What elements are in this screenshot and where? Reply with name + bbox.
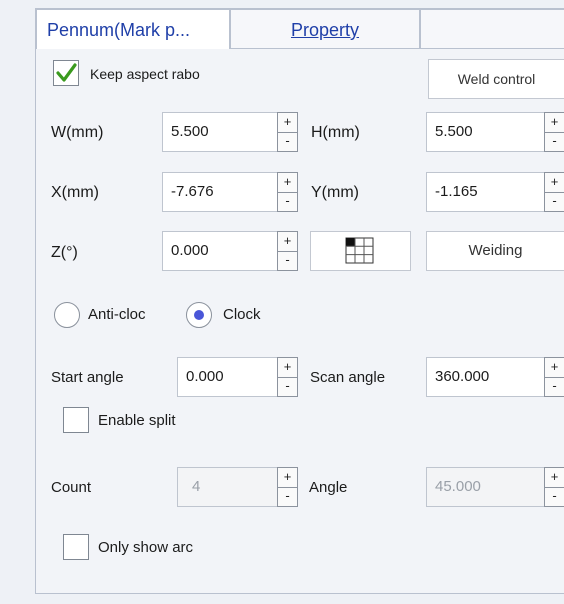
scan-angle-increment-button[interactable]: + <box>545 358 564 378</box>
start-angle-input[interactable]: 0.000 <box>177 357 277 397</box>
h-spinner[interactable]: + - <box>544 112 564 152</box>
scan-angle-spinner[interactable]: + - <box>544 357 564 397</box>
start-angle-label: Start angle <box>51 369 124 386</box>
start-angle-increment-button[interactable]: + <box>278 358 297 378</box>
w-spinner[interactable]: + - <box>277 112 298 152</box>
h-decrement-button[interactable]: - <box>545 132 564 151</box>
y-label: Y(mm) <box>311 184 359 201</box>
property-panel: Pennum(Mark p... Property Keep aspect ra… <box>35 8 564 594</box>
weld-control-button[interactable]: Weld control <box>428 59 564 99</box>
y-spinner[interactable]: + - <box>544 172 564 212</box>
scan-angle-decrement-button[interactable]: - <box>545 377 564 396</box>
angle-increment-button[interactable]: + <box>545 468 564 488</box>
x-increment-button[interactable]: + <box>278 173 297 193</box>
start-angle-decrement-button[interactable]: - <box>278 377 297 396</box>
tab-pennum[interactable]: Pennum(Mark p... <box>36 9 230 49</box>
angle-spinner[interactable]: + - <box>544 467 564 507</box>
count-decrement-button[interactable]: - <box>278 487 297 506</box>
angle-label: Angle <box>309 479 348 496</box>
tab-bar: Pennum(Mark p... Property <box>36 9 564 49</box>
count-increment-button[interactable]: + <box>278 468 297 488</box>
z-label: Z(°) <box>51 244 78 261</box>
enable-split-checkbox[interactable] <box>63 407 89 433</box>
keep-aspect-label: Keep aspect rabo <box>90 66 200 82</box>
anti-clock-label: Anti-cloc <box>88 306 146 323</box>
scan-angle-label: Scan angle <box>310 369 386 386</box>
grid-anchor-icon <box>345 237 374 264</box>
only-show-arc-label: Only show arc <box>98 539 194 556</box>
z-decrement-button[interactable]: - <box>278 251 297 270</box>
x-input[interactable]: -7.676 <box>162 172 277 212</box>
count-input[interactable]: 4 <box>177 467 277 507</box>
enable-split-label: Enable split <box>98 412 176 429</box>
tab-empty[interactable] <box>420 9 564 49</box>
w-label: W(mm) <box>51 124 104 141</box>
w-input[interactable]: 5.500 <box>162 112 277 152</box>
tab-property[interactable]: Property <box>230 9 420 49</box>
y-input[interactable]: -1.165 <box>426 172 544 212</box>
checkmark-icon <box>56 63 77 82</box>
only-show-arc-checkbox[interactable] <box>63 534 89 560</box>
z-increment-button[interactable]: + <box>278 232 297 252</box>
anchor-grid-button[interactable] <box>310 231 411 271</box>
z-input[interactable]: 0.000 <box>162 231 277 271</box>
y-decrement-button[interactable]: - <box>545 192 564 211</box>
x-label: X(mm) <box>51 184 99 201</box>
welding-button[interactable]: Weiding <box>426 231 564 271</box>
z-spinner[interactable]: + - <box>277 231 298 271</box>
w-increment-button[interactable]: + <box>278 113 297 133</box>
tab-property-label: Property <box>290 20 360 40</box>
count-label: Count <box>51 479 92 496</box>
scan-angle-input[interactable]: 360.000 <box>426 357 544 397</box>
x-decrement-button[interactable]: - <box>278 192 297 211</box>
angle-decrement-button[interactable]: - <box>545 487 564 506</box>
w-decrement-button[interactable]: - <box>278 132 297 151</box>
anti-clock-radio[interactable] <box>54 302 80 328</box>
h-input[interactable]: 5.500 <box>426 112 544 152</box>
angle-input[interactable]: 45.000 <box>426 467 544 507</box>
h-label: H(mm) <box>311 124 360 141</box>
start-angle-spinner[interactable]: + - <box>277 357 298 397</box>
clock-label: Clock <box>223 306 261 323</box>
keep-aspect-checkbox[interactable] <box>53 60 79 86</box>
clock-radio[interactable] <box>186 302 212 328</box>
clock-radio-dot <box>194 310 204 320</box>
x-spinner[interactable]: + - <box>277 172 298 212</box>
h-increment-button[interactable]: + <box>545 113 564 133</box>
y-increment-button[interactable]: + <box>545 173 564 193</box>
count-spinner[interactable]: + - <box>277 467 298 507</box>
